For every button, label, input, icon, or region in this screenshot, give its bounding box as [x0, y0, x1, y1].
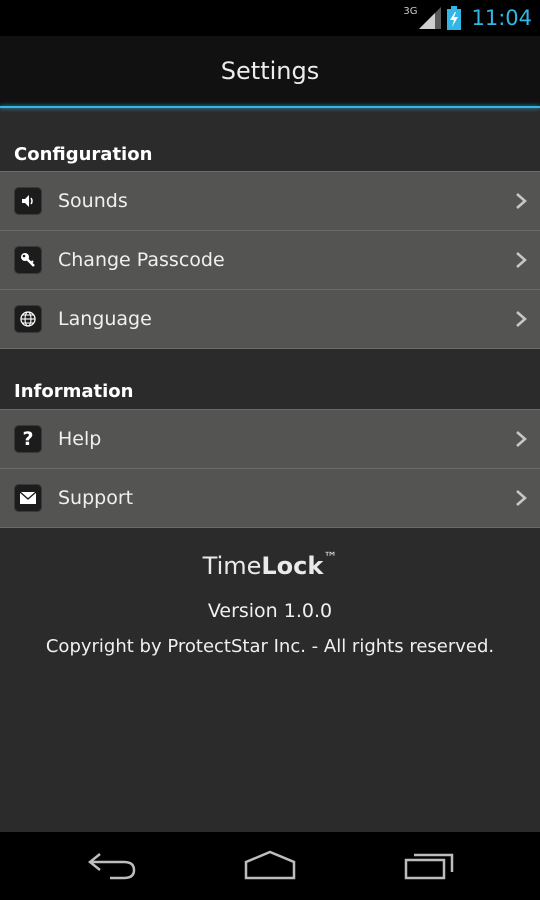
settings-item-sounds[interactable]: Sounds: [0, 172, 540, 231]
status-icons: 3G 11:04: [403, 0, 532, 36]
app-name-light: Time: [202, 552, 262, 580]
chevron-right-icon: [516, 490, 527, 506]
page-title: Settings: [220, 57, 320, 85]
chevron-right-icon: [516, 193, 527, 209]
status-bar: 3G 11:04: [0, 0, 540, 36]
settings-item-help[interactable]: ? Help: [0, 410, 540, 469]
globe-icon: [14, 305, 42, 333]
key-icon: [14, 246, 42, 274]
settings-item-label: Language: [58, 308, 152, 330]
settings-item-language[interactable]: Language: [0, 290, 540, 348]
trademark-symbol: ™: [323, 550, 338, 566]
chevron-right-icon: [516, 252, 527, 268]
app-name: TimeLock™: [0, 550, 540, 580]
signal-icon: [419, 7, 442, 29]
settings-item-label: Change Passcode: [58, 249, 225, 271]
battery-charging-icon: [447, 6, 462, 30]
settings-item-label: Help: [58, 428, 102, 450]
clock: 11:04: [471, 6, 532, 30]
speaker-icon: [14, 187, 42, 215]
chevron-right-icon: [516, 311, 527, 327]
chevron-right-icon: [516, 431, 527, 447]
settings-item-change-passcode[interactable]: Change Passcode: [0, 231, 540, 290]
envelope-icon: [14, 484, 42, 512]
version-text: Version 1.0.0: [207, 600, 333, 622]
action-bar-divider: [0, 106, 540, 108]
app-name-bold: Lock: [261, 552, 324, 580]
navigation-bar: [0, 832, 540, 900]
copyright-text: Copyright by ProtectStar Inc. - All righ…: [45, 636, 495, 657]
configuration-group: Sounds Change Passcode Language: [0, 171, 540, 349]
information-group: ? Help Support: [0, 409, 540, 528]
back-icon[interactable]: [86, 850, 138, 880]
recent-apps-icon[interactable]: [402, 850, 456, 880]
settings-item-label: Support: [58, 487, 134, 509]
settings-item-label: Sounds: [58, 190, 128, 212]
settings-item-support[interactable]: Support: [0, 469, 540, 527]
action-bar: Settings: [0, 36, 540, 106]
section-header-information: Information: [14, 381, 134, 402]
question-icon: ?: [14, 425, 42, 453]
home-icon[interactable]: [243, 850, 297, 880]
network-type-label: 3G: [403, 5, 418, 17]
section-header-configuration: Configuration: [14, 144, 153, 165]
